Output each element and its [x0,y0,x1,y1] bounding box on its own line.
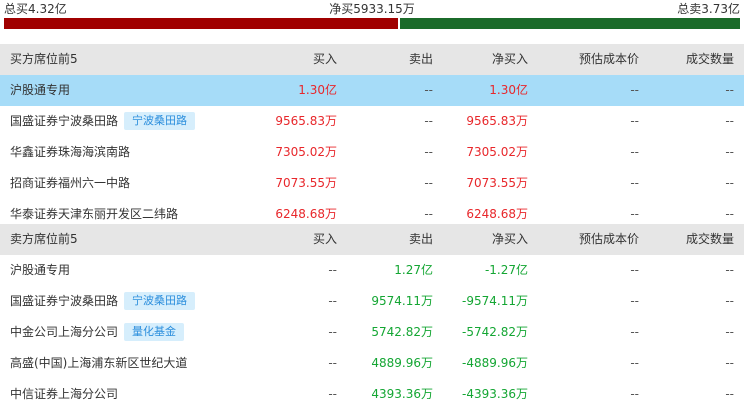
seat-net-value: -1.27亿 [484,263,528,277]
buy-sell-ratio-bar [4,18,740,29]
seat-sell-value: -- [424,114,433,128]
seat-net-value: 7073.55万 [466,176,528,190]
seat-sell-value: 4889.96万 [371,356,433,370]
seat-cost-value: -- [630,356,639,370]
sell-table-row[interactable]: 国盛证券宁波桑田路 宁波桑田路 -- 9574.11万 -9574.11万 -- -- [0,286,744,317]
seat-buy-value: -- [328,325,337,339]
seat-buy-value: -- [328,356,337,370]
seat-cost-value: -- [630,263,639,277]
sell-seats-table: 卖方席位前5 买入 卖出 净买入 预估成本价 成交数量沪股通专用 -- 1.27亿 -1.27亿… [0,224,744,403]
seat-name-cell: 沪股通专用 [10,75,70,106]
seat-volume-value: -- [725,325,734,339]
seat-volume-value: -- [725,294,734,308]
seat-buy-value: 7073.55万 [275,176,337,190]
seat-sell-value: -- [424,83,433,97]
seat-net-value: -9574.11万 [462,294,528,308]
seat-cost-value: -- [630,114,639,128]
seat-net-value: -4393.36万 [462,387,528,401]
sell-table-row[interactable]: 高盛(中国)上海浦东新区世纪大道 -- 4889.96万 -4889.96万 -- -- [0,348,744,379]
seat-buy-value: 7305.02万 [275,145,337,159]
buy-header-seat: 买方席位前5 [10,52,78,66]
seat-name-link[interactable]: 沪股通专用 [10,263,70,277]
buy-header-buy: 买入 [312,52,337,66]
seat-sell-value: -- [424,176,433,190]
buy-seats-table: 买方席位前5 买入 卖出 净买入 预估成本价 成交数量沪股通专用 1.30亿 -- 1.30亿 -… [0,44,744,230]
dragon-tiger-panel: 总买4.32亿 净买5933.15万 总卖3.73亿 买方席位前5 买入 卖出 净买入… [0,0,744,403]
seat-cost-value: -- [630,387,639,401]
total-sell-label: 总卖3.73亿 [677,2,740,16]
seat-tag-badge[interactable]: 宁波桑田路 [124,112,196,130]
seat-cost-value: -- [630,325,639,339]
sell-header-buy: 买入 [312,232,337,246]
seat-volume-value: -- [725,145,734,159]
seat-net-value: -4889.96万 [462,356,528,370]
seat-volume-value: -- [725,356,734,370]
seat-net-value: 7305.02万 [466,145,528,159]
seat-name-cell: 高盛(中国)上海浦东新区世纪大道 [10,348,187,379]
seat-name-link[interactable]: 国盛证券宁波桑田路 [10,114,118,128]
sell-table-row[interactable]: 中金公司上海分公司 量化基金 -- 5742.82万 -5742.82万 -- -- [0,317,744,348]
seat-name-cell: 中信证券上海分公司 [10,379,118,403]
seat-name-cell: 沪股通专用 [10,255,70,286]
sell-header-seat: 卖方席位前5 [10,232,78,246]
seat-tag-badge[interactable]: 量化基金 [124,323,185,341]
seat-buy-value: -- [328,294,337,308]
seat-sell-value: 1.27亿 [394,263,433,277]
seat-volume-value: -- [725,83,734,97]
sell-header-sell: 卖出 [408,232,433,246]
seat-name-link[interactable]: 中金公司上海分公司 [10,325,118,339]
seat-cost-value: -- [630,294,639,308]
seat-net-value: -5742.82万 [462,325,528,339]
sell-table-row[interactable]: 中信证券上海分公司 -- 4393.36万 -4393.36万 -- -- [0,379,744,403]
seat-name-cell: 国盛证券宁波桑田路 宁波桑田路 [10,286,196,317]
seat-volume-value: -- [725,263,734,277]
buy-table-row[interactable]: 国盛证券宁波桑田路 宁波桑田路 9565.83万 -- 9565.83万 -- -- [0,106,744,137]
seat-sell-value: 5742.82万 [371,325,433,339]
seat-volume-value: -- [725,176,734,190]
seat-buy-value: -- [328,263,337,277]
seat-buy-value: 1.30亿 [298,83,337,97]
sell-table-row[interactable]: 沪股通专用 -- 1.27亿 -1.27亿 -- -- [0,255,744,286]
seat-cost-value: -- [630,176,639,190]
buy-ratio-segment [4,18,398,29]
sell-header-cost: 预估成本价 [578,232,639,246]
seat-sell-value: 9574.11万 [371,294,433,308]
seat-cost-value: -- [630,145,639,159]
buy-header-sell: 卖出 [408,52,433,66]
seat-name-link[interactable]: 华泰证券天津东丽开发区二纬路 [10,207,178,221]
seat-name-cell: 中金公司上海分公司 量化基金 [10,317,185,348]
sell-header-volume: 成交数量 [685,232,734,246]
seat-tag-badge[interactable]: 宁波桑田路 [124,292,196,310]
seat-volume-value: -- [725,114,734,128]
seat-name-link[interactable]: 华鑫证券珠海海滨南路 [10,145,130,159]
seat-name-link[interactable]: 招商证券福州六一中路 [10,176,130,190]
buy-header-volume: 成交数量 [685,52,734,66]
buy-table-row[interactable]: 招商证券福州六一中路 7073.55万 -- 7073.55万 -- -- [0,168,744,199]
seat-sell-value: -- [424,145,433,159]
seat-name-link[interactable]: 高盛(中国)上海浦东新区世纪大道 [10,356,187,370]
seat-name-link[interactable]: 国盛证券宁波桑田路 [10,294,118,308]
buy-table-row[interactable]: 沪股通专用 1.30亿 -- 1.30亿 -- -- [0,75,744,106]
sell-header-net: 净买入 [491,232,528,246]
buy-table-header: 买方席位前5 买入 卖出 净买入 预估成本价 成交数量 [0,44,744,75]
seat-name-cell: 华鑫证券珠海海滨南路 [10,137,130,168]
seat-name-link[interactable]: 中信证券上海分公司 [10,387,118,401]
seat-buy-value: 9565.83万 [275,114,337,128]
seat-net-value: 1.30亿 [489,83,528,97]
sell-table-header: 卖方席位前5 买入 卖出 净买入 预估成本价 成交数量 [0,224,744,255]
seat-cost-value: -- [630,83,639,97]
seat-volume-value: -- [725,387,734,401]
buy-sell-summary: 总买4.32亿 净买5933.15万 总卖3.73亿 [0,0,744,18]
buy-header-net: 净买入 [491,52,528,66]
seat-name-cell: 招商证券福州六一中路 [10,168,130,199]
seat-buy-value: -- [328,387,337,401]
buy-header-cost: 预估成本价 [578,52,639,66]
seat-sell-value: 4393.36万 [371,387,433,401]
net-buy-label: 净买5933.15万 [329,2,415,16]
sell-ratio-segment [400,18,740,29]
seat-net-value: 9565.83万 [466,114,528,128]
seat-name-cell: 国盛证券宁波桑田路 宁波桑田路 [10,106,196,137]
seat-name-link[interactable]: 沪股通专用 [10,83,70,97]
buy-table-row[interactable]: 华鑫证券珠海海滨南路 7305.02万 -- 7305.02万 -- -- [0,137,744,168]
